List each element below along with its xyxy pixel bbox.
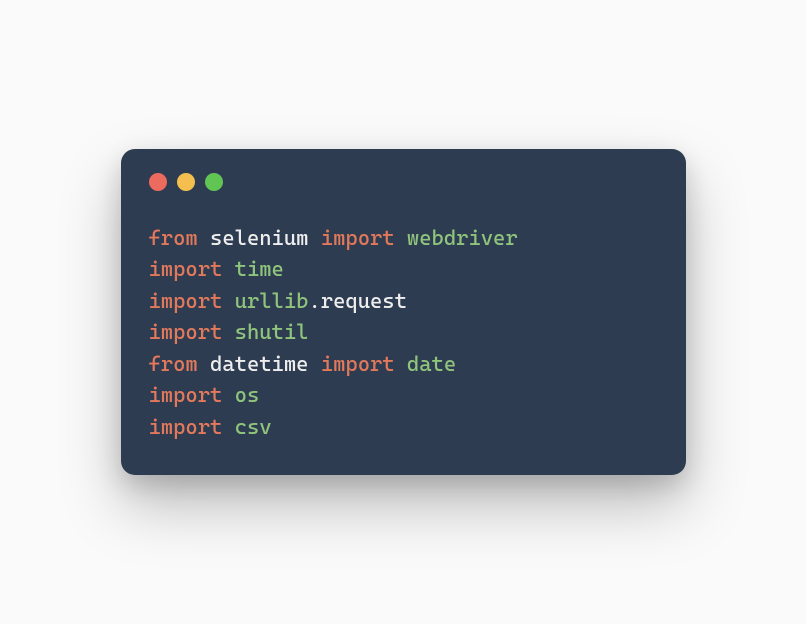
code-token-module: webdriver (407, 226, 518, 250)
code-token-keyword: import (321, 352, 407, 376)
code-token-plain: datetime (210, 352, 321, 376)
code-token-module: shutil (235, 320, 309, 344)
code-token-keyword: import (149, 257, 235, 281)
maximize-icon[interactable] (205, 173, 223, 191)
code-line: import csv (149, 412, 658, 444)
close-icon[interactable] (149, 173, 167, 191)
code-line: from datetime import date (149, 349, 658, 381)
code-token-module: csv (235, 415, 272, 439)
code-block: from selenium import webdriverimport tim… (149, 223, 658, 444)
code-token-keyword: import (149, 383, 235, 407)
code-line: import os (149, 380, 658, 412)
code-line: import time (149, 254, 658, 286)
code-window: from selenium import webdriverimport tim… (121, 149, 686, 476)
code-line: import shutil (149, 317, 658, 349)
code-token-keyword: import (149, 415, 235, 439)
code-token-keyword: from (149, 226, 211, 250)
traffic-lights (149, 173, 658, 191)
code-line: from selenium import webdriver (149, 223, 658, 255)
code-token-keyword: import (149, 289, 235, 313)
minimize-icon[interactable] (177, 173, 195, 191)
code-token-keyword: import (149, 320, 235, 344)
code-token-module: date (407, 352, 456, 376)
code-line: import urllib.request (149, 286, 658, 318)
code-token-module: time (235, 257, 284, 281)
code-token-keyword: import (321, 226, 407, 250)
code-token-plain: selenium (210, 226, 321, 250)
code-token-module: urllib (235, 289, 309, 313)
code-token-keyword: from (149, 352, 211, 376)
code-token-plain: .request (308, 289, 406, 313)
code-token-module: os (235, 383, 260, 407)
